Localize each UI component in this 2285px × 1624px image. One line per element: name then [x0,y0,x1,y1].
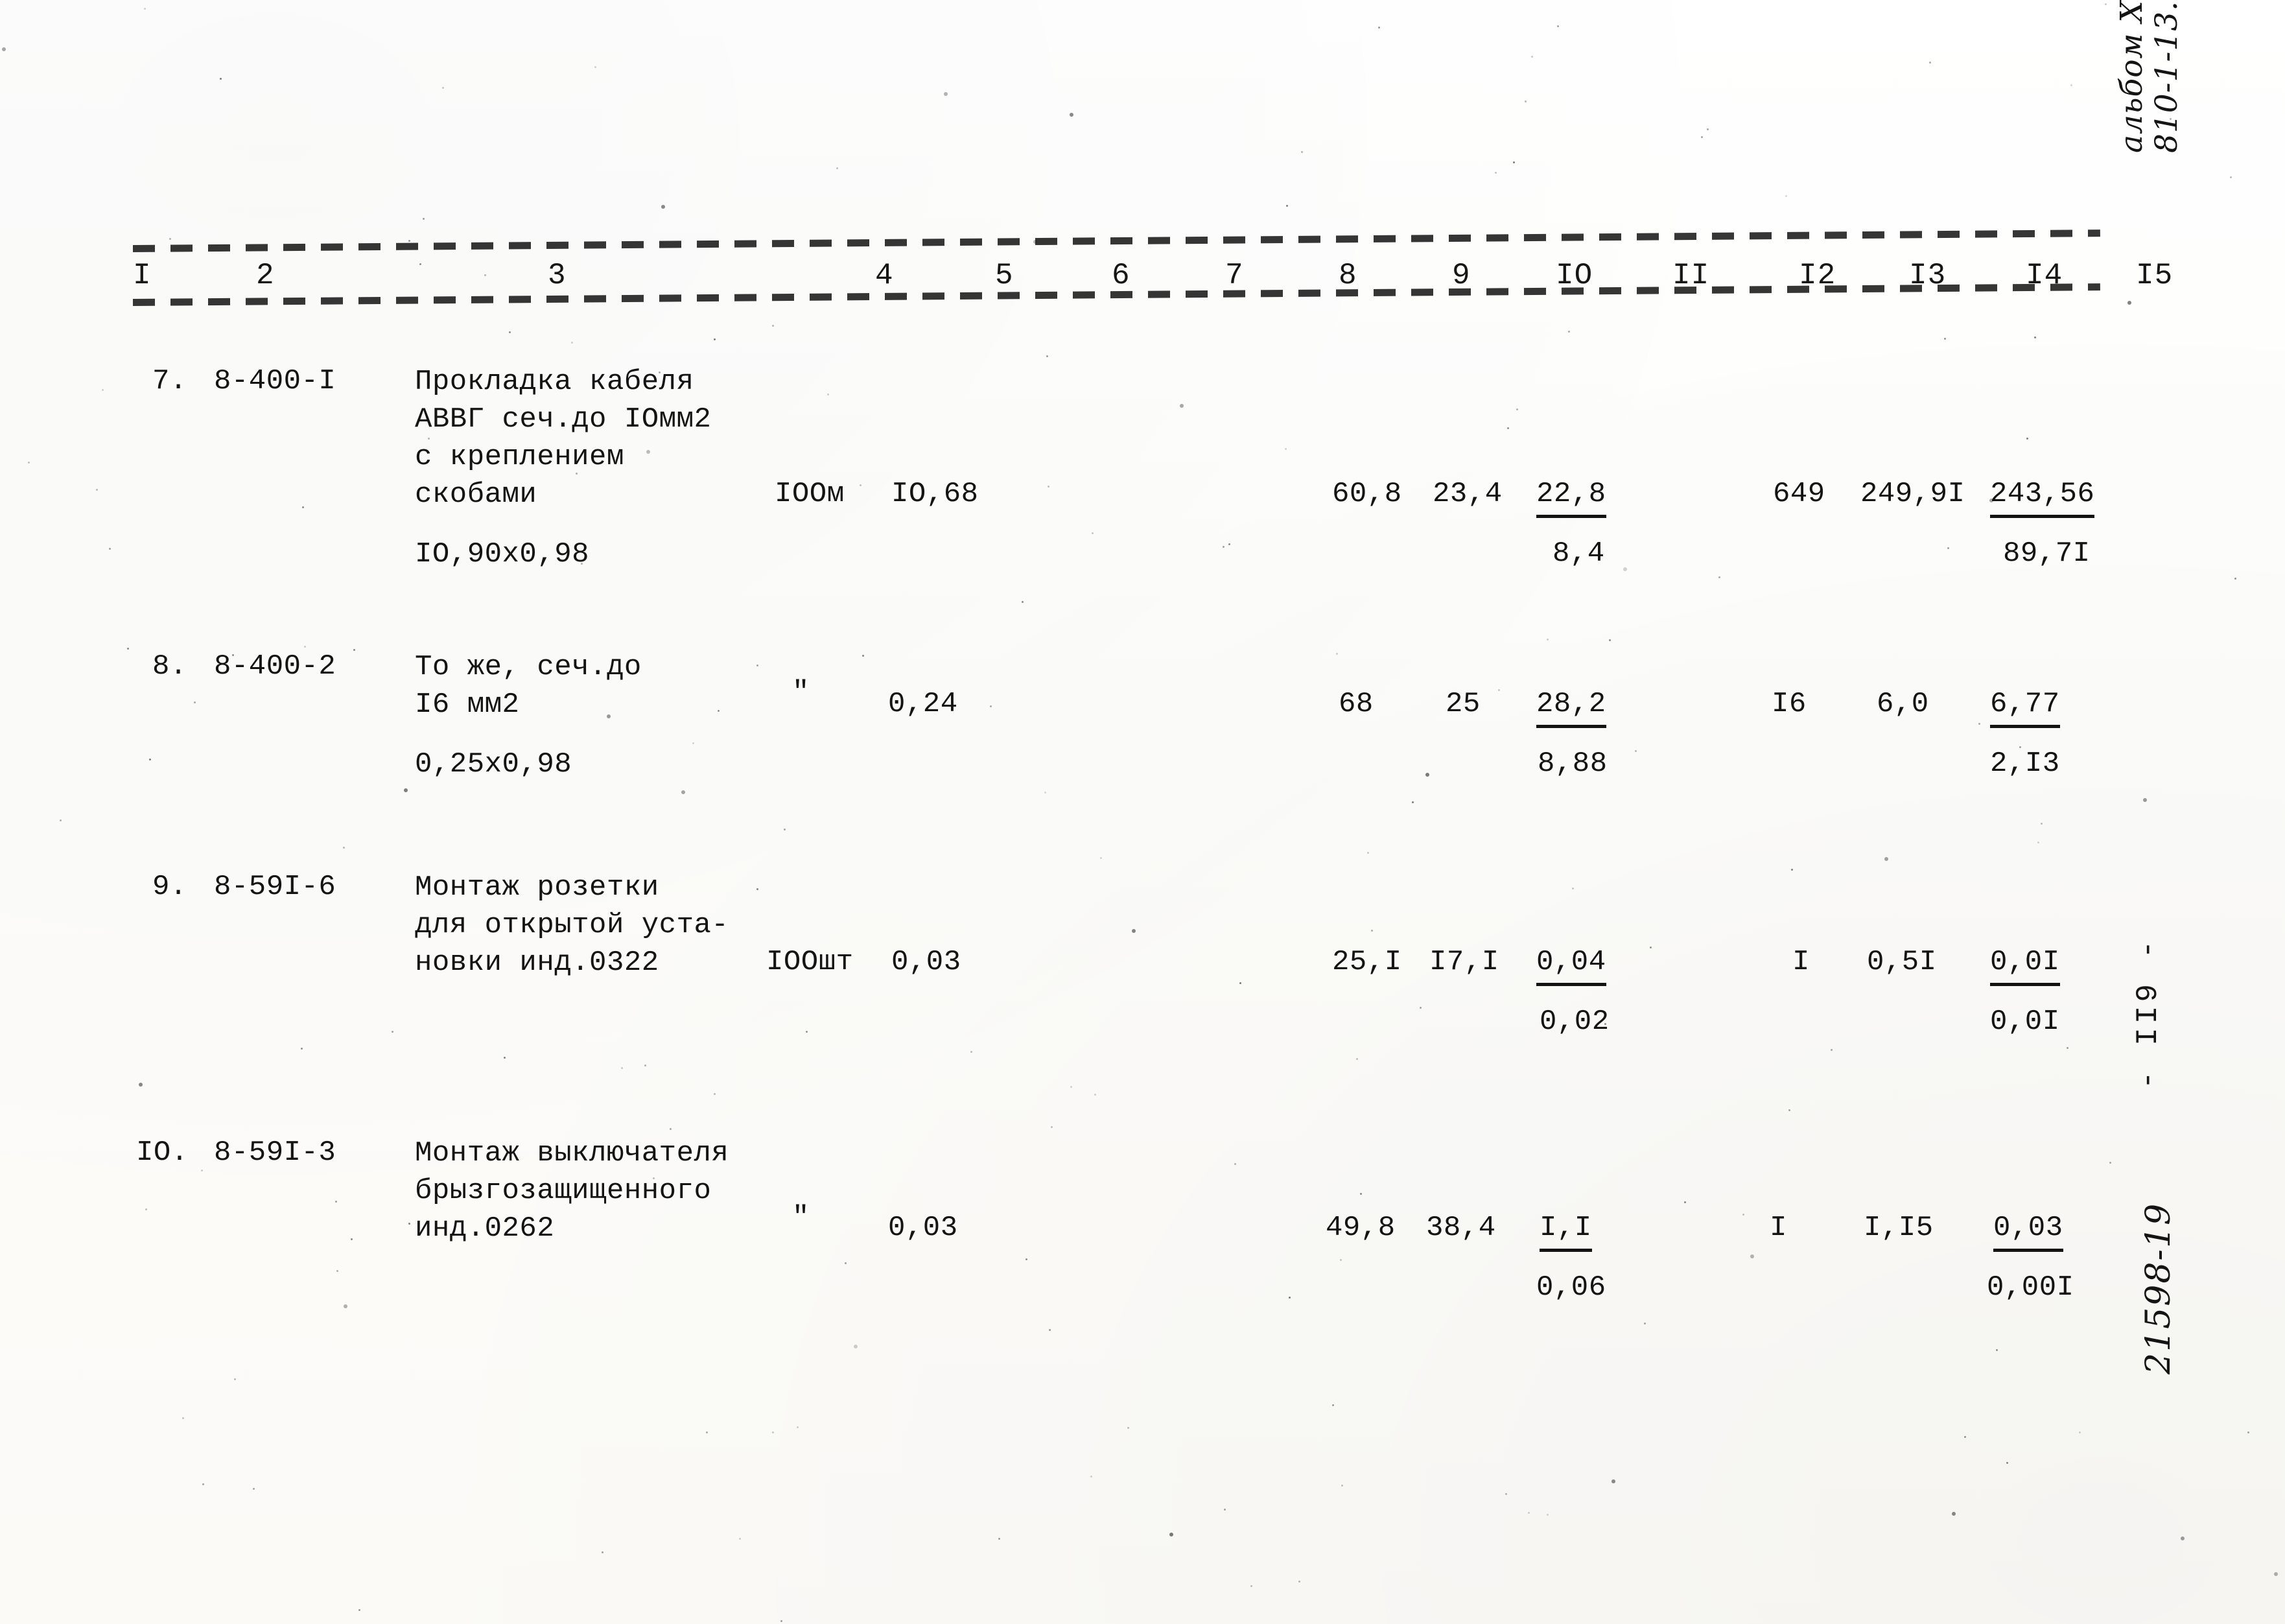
cell-col11-bottom: 0,02 [1540,1004,1610,1040]
cell-col15-top: 6,77 [1990,686,2060,728]
row-code: 8-400-2 [214,648,336,685]
row-description-line-2: АВВГ сеч.до IОмм2 [415,401,711,438]
document-number: 21598-19 [2139,1203,2178,1374]
row-number: 7. [152,363,187,399]
cell-col15-bottom: 0,00I [1987,1269,2074,1306]
row-description-line-1: Монтаж розетки [415,869,659,906]
cell-col10: 38,4 [1426,1210,1496,1246]
row-description-line-1: Прокладка кабеля [415,363,694,401]
cell-unit: IOOм [775,476,845,512]
row-subline: IO,90x0,98 [415,535,589,573]
row-description-line-2: брызгозащищенного [415,1172,711,1210]
cell-col15-bottom: 0,0I [1990,1004,2060,1040]
cell-col9: 68 [1339,686,1374,722]
column-number-15: I5 [2136,252,2173,299]
cell-col15-top: 0,0I [1990,944,2060,986]
column-number-14: I4 [2026,252,2063,299]
row-code: 8-400-I [214,363,336,399]
cell-col15-top: 243,56 [1990,476,2094,518]
cell-col5: 0,03 [891,944,961,980]
cell-col10: 23,4 [1433,476,1503,512]
row-number: IO. [136,1135,189,1171]
cell-col13: I [1792,944,1810,980]
cell-col13: I [1770,1210,1787,1246]
row-description-line-2: для открытой уста- [415,906,729,944]
cell-col15-top: 0,03 [1993,1210,2063,1252]
row-description-line-1: То же, сеч.до [415,648,642,686]
cell-col11-top: I,I [1540,1210,1592,1252]
cell-col11-bottom: 8,4 [1553,535,1605,572]
column-number-4: 4 [875,252,894,299]
cell-col9: 49,8 [1326,1210,1396,1246]
cell-col13: 649 [1773,476,1825,512]
cell-unit: " [792,674,810,711]
row-number: 8. [152,648,187,685]
cell-col9: 60,8 [1332,476,1402,512]
cell-col5: 0,24 [888,686,958,722]
column-number-2: 2 [256,252,275,299]
cell-col5: 0,03 [888,1210,958,1246]
cell-col10: 25 [1446,686,1481,722]
row-description-line-1: Монтаж выключателя [415,1135,729,1172]
column-number-3: 3 [548,252,567,299]
row-description-line-3: с креплением [415,438,624,476]
cell-col11-top: 22,8 [1536,476,1606,518]
cell-col11-bottom: 8,88 [1538,746,1608,782]
album-annotation: альбом XVI 810-1-13.86 [2115,0,2185,153]
cell-col15-bottom: 89,7I [2003,535,2091,572]
column-number-1: I [133,252,152,299]
cell-col13: I6 [1772,686,1807,722]
page-number: - II9 - [2131,937,2165,1089]
row-description-line-2: I6 мм2 [415,686,519,724]
cell-unit: IOOшт [766,944,854,980]
cell-col11-bottom: 0,06 [1536,1269,1606,1306]
cell-col11-top: 0,04 [1536,944,1606,986]
cell-col11-top: 28,2 [1536,686,1606,728]
cell-col10: I7,I [1429,944,1499,980]
cell-col14: I,I5 [1864,1210,1934,1246]
row-description-line-3: инд.0262 [415,1210,554,1247]
table-header: I 2 3 4 5 6 7 8 9 IO II I2 I3 I4 I5 [133,245,2100,306]
row-code: 8-59I-6 [214,869,336,905]
cell-unit: " [792,1199,810,1236]
cell-col14: 249,9I [1860,476,1965,512]
row-description-line-3: новки инд.0322 [415,944,659,982]
row-subline: 0,25x0,98 [415,746,572,783]
album-annotation-line-2: 810-1-13.86 [2150,0,2185,153]
cell-col9: 25,I [1332,944,1402,980]
row-code: 8-59I-3 [214,1135,336,1171]
album-annotation-line-1: альбом XVI [2115,0,2150,153]
row-number: 9. [152,869,187,905]
row-description-line-4: скобами [415,476,537,513]
cell-col5: IO,68 [891,476,979,512]
cell-col14: 6,0 [1877,686,1929,722]
cell-col15-bottom: 2,I3 [1990,746,2060,782]
cell-col14: 0,5I [1867,944,1937,980]
